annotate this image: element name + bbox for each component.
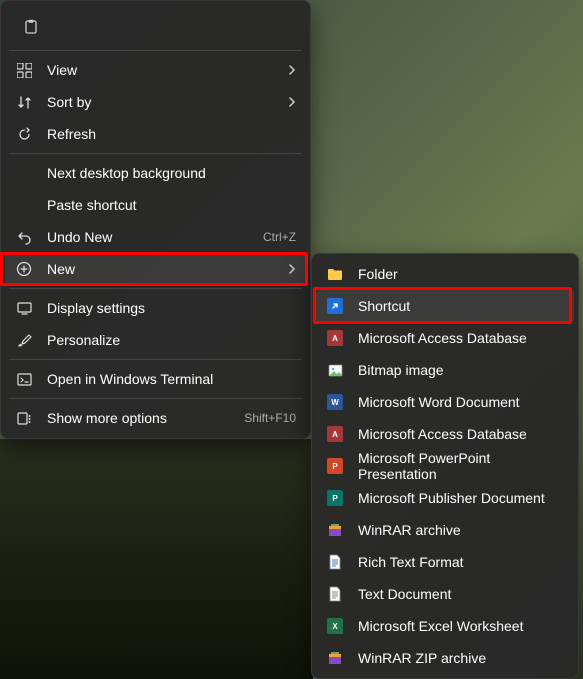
menu-open-terminal-label: Open in Windows Terminal <box>47 371 296 387</box>
submenu-access-db-label: Microsoft Access Database <box>358 330 564 346</box>
menu-refresh[interactable]: Refresh <box>5 118 306 150</box>
sort-icon <box>15 93 33 111</box>
submenu-winrar-zip[interactable]: WinRAR ZIP archive <box>316 642 574 674</box>
blank-icon <box>15 196 33 214</box>
menu-view[interactable]: View <box>5 54 306 86</box>
shortcut-icon <box>326 297 344 315</box>
image-icon <box>326 361 344 379</box>
word-icon: W <box>326 393 344 411</box>
submenu-word-doc-label: Microsoft Word Document <box>358 394 564 410</box>
menu-undo-shortcut: Ctrl+Z <box>263 230 296 244</box>
submenu-shortcut-label: Shortcut <box>358 298 564 314</box>
menu-personalize-label: Personalize <box>47 332 296 348</box>
chevron-right-icon <box>288 96 296 108</box>
separator <box>9 50 302 51</box>
menu-next-background-label: Next desktop background <box>47 165 296 181</box>
submenu-publisher-label: Microsoft Publisher Document <box>358 490 564 506</box>
winrar-zip-icon <box>326 649 344 667</box>
separator <box>9 153 302 154</box>
menu-show-more[interactable]: Show more options Shift+F10 <box>5 402 306 434</box>
more-options-icon <box>15 409 33 427</box>
menu-view-label: View <box>47 62 280 78</box>
submenu-rtf-label: Rich Text Format <box>358 554 564 570</box>
submenu-access-db[interactable]: A Microsoft Access Database <box>316 322 574 354</box>
menu-display-settings[interactable]: Display settings <box>5 292 306 324</box>
submenu-txt[interactable]: Text Document <box>316 578 574 610</box>
blank-icon <box>15 164 33 182</box>
menu-personalize[interactable]: Personalize <box>5 324 306 356</box>
submenu-access-db2-label: Microsoft Access Database <box>358 426 564 442</box>
undo-icon <box>15 228 33 246</box>
submenu-ppt[interactable]: P Microsoft PowerPoint Presentation <box>316 450 574 482</box>
powerpoint-icon: P <box>326 457 344 475</box>
menu-sort-by[interactable]: Sort by <box>5 86 306 118</box>
chevron-right-icon <box>288 263 296 275</box>
access-icon: A <box>326 329 344 347</box>
submenu-bitmap[interactable]: Bitmap image <box>316 354 574 386</box>
menu-top-bar <box>5 5 306 47</box>
submenu-winrar[interactable]: WinRAR archive <box>316 514 574 546</box>
menu-paste-shortcut-label: Paste shortcut <box>47 197 296 213</box>
menu-undo-new[interactable]: Undo New Ctrl+Z <box>5 221 306 253</box>
paste-icon-button[interactable] <box>13 11 49 43</box>
grid-icon <box>15 61 33 79</box>
menu-show-more-shortcut: Shift+F10 <box>244 411 296 425</box>
terminal-icon <box>15 370 33 388</box>
publisher-icon: P <box>326 489 344 507</box>
submenu-bitmap-label: Bitmap image <box>358 362 564 378</box>
submenu-winrar-zip-label: WinRAR ZIP archive <box>358 650 564 666</box>
access-icon: A <box>326 425 344 443</box>
desktop-background-dark <box>0 439 313 679</box>
menu-undo-new-label: Undo New <box>47 229 255 245</box>
separator <box>9 398 302 399</box>
submenu-shortcut[interactable]: Shortcut <box>316 290 574 322</box>
menu-next-background[interactable]: Next desktop background <box>5 157 306 189</box>
submenu-folder-label: Folder <box>358 266 564 282</box>
clipboard-icon <box>23 19 39 35</box>
menu-new[interactable]: New <box>5 253 306 285</box>
menu-sort-by-label: Sort by <box>47 94 280 110</box>
desktop-context-menu: View Sort by Refresh Next desktop backgr… <box>0 0 311 439</box>
plus-circle-icon <box>15 260 33 278</box>
separator <box>9 359 302 360</box>
winrar-icon <box>326 521 344 539</box>
separator <box>9 288 302 289</box>
menu-refresh-label: Refresh <box>47 126 296 142</box>
submenu-winrar-label: WinRAR archive <box>358 522 564 538</box>
menu-open-terminal[interactable]: Open in Windows Terminal <box>5 363 306 395</box>
txt-icon <box>326 585 344 603</box>
menu-new-label: New <box>47 261 280 277</box>
submenu-txt-label: Text Document <box>358 586 564 602</box>
refresh-icon <box>15 125 33 143</box>
folder-icon <box>326 265 344 283</box>
chevron-right-icon <box>288 64 296 76</box>
submenu-word-doc[interactable]: W Microsoft Word Document <box>316 386 574 418</box>
submenu-publisher[interactable]: P Microsoft Publisher Document <box>316 482 574 514</box>
menu-paste-shortcut[interactable]: Paste shortcut <box>5 189 306 221</box>
submenu-ppt-label: Microsoft PowerPoint Presentation <box>358 450 564 482</box>
submenu-folder[interactable]: Folder <box>316 258 574 290</box>
monitor-icon <box>15 299 33 317</box>
rtf-icon <box>326 553 344 571</box>
menu-display-settings-label: Display settings <box>47 300 296 316</box>
excel-icon: X <box>326 617 344 635</box>
new-submenu: Folder Shortcut A Microsoft Access Datab… <box>311 253 579 679</box>
submenu-access-db2[interactable]: A Microsoft Access Database <box>316 418 574 450</box>
submenu-excel[interactable]: X Microsoft Excel Worksheet <box>316 610 574 642</box>
brush-icon <box>15 331 33 349</box>
submenu-rtf[interactable]: Rich Text Format <box>316 546 574 578</box>
menu-show-more-label: Show more options <box>47 410 236 426</box>
submenu-excel-label: Microsoft Excel Worksheet <box>358 618 564 634</box>
